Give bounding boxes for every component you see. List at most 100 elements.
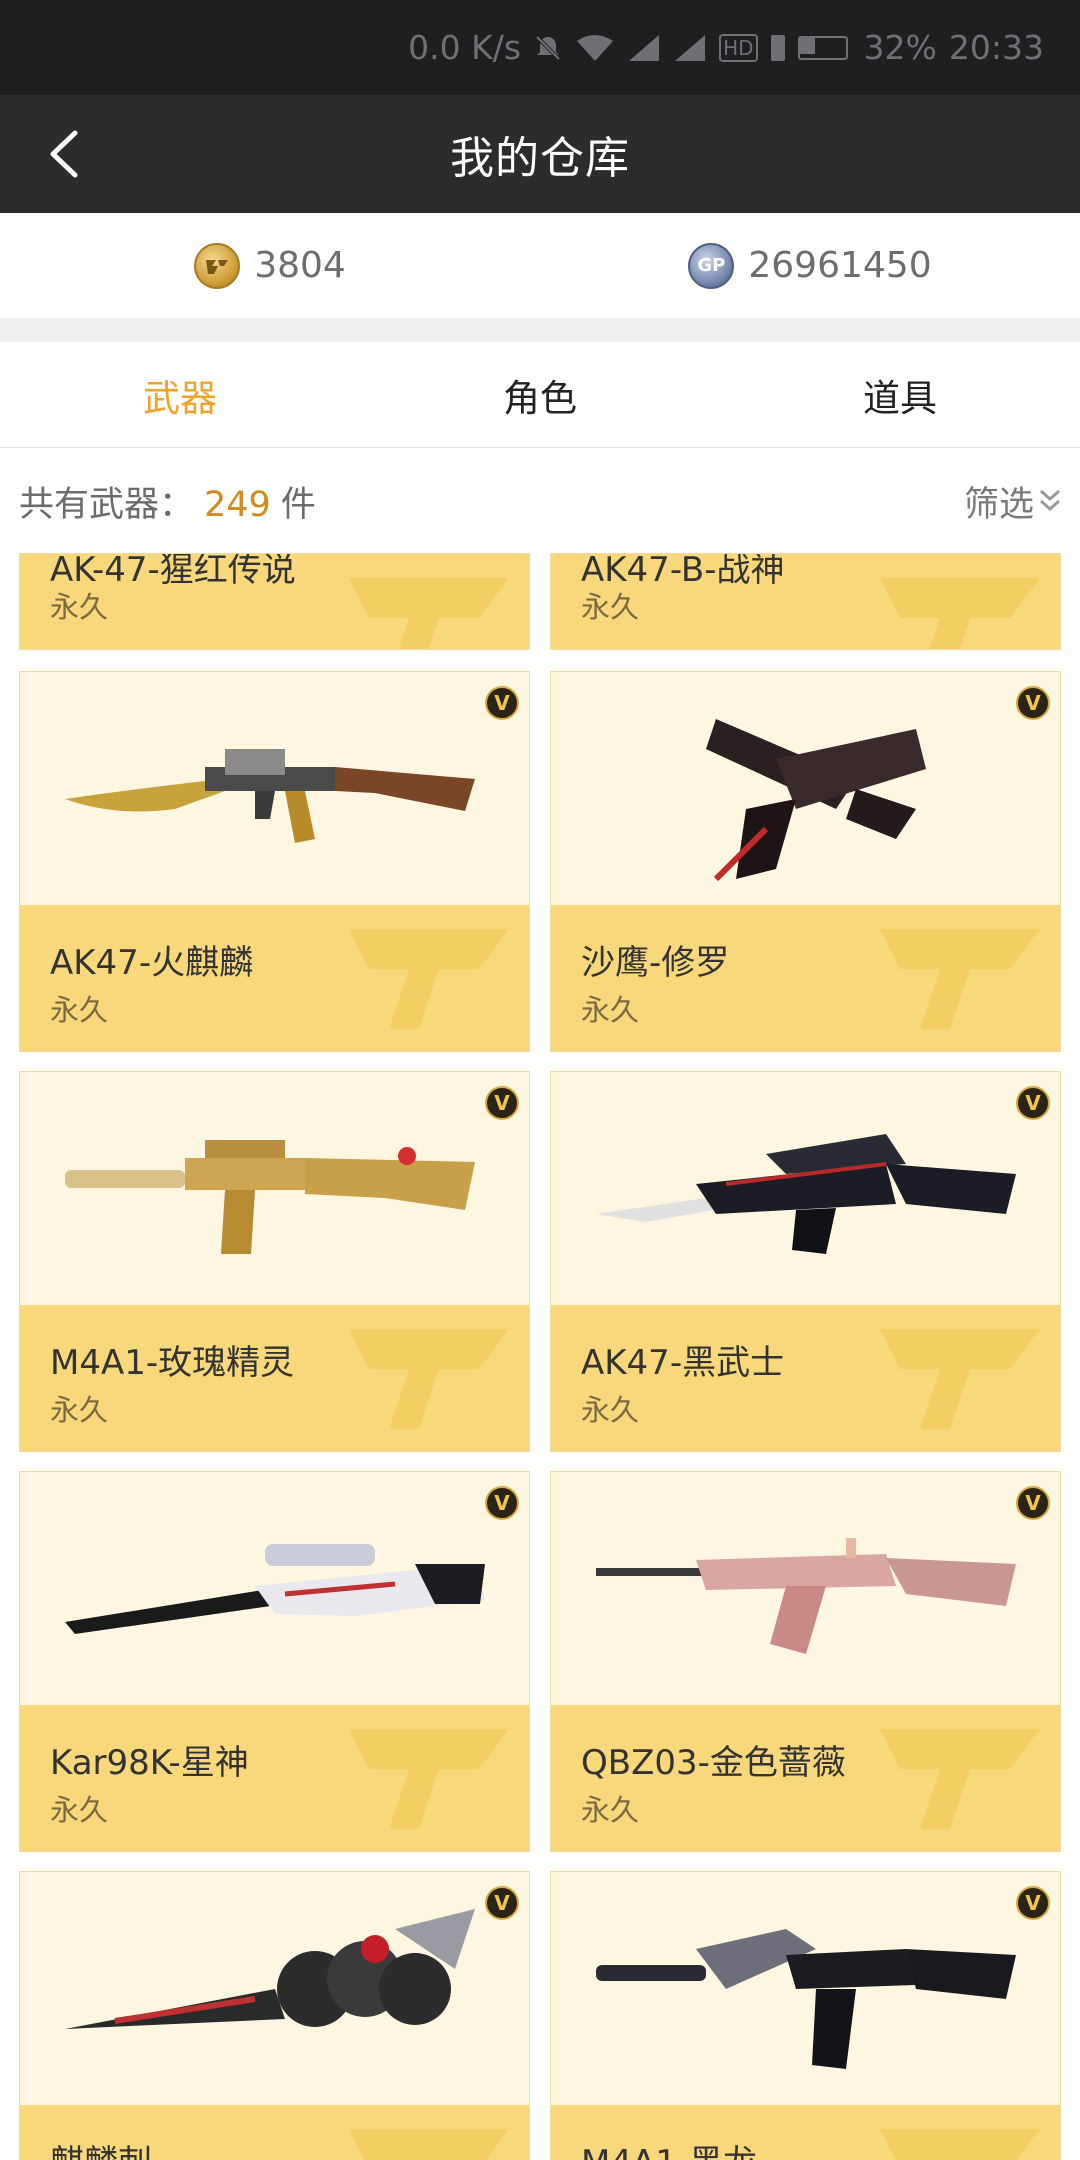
weapon-name: 沙鹰-修罗: [581, 943, 730, 983]
knife-image: [64, 1908, 475, 2029]
rifle-image: [64, 1139, 475, 1254]
weapon-count: 249: [204, 484, 271, 525]
status-bar: 0.0 K/s HD 32% 20:33: [0, 0, 1080, 95]
weapon-card[interactable]: V AK47-火麒麟 永久: [19, 671, 530, 1052]
vip-badge-icon: V: [485, 686, 519, 720]
filter-label: 筛选: [963, 484, 1034, 525]
weapon-image: [551, 672, 1060, 905]
vip-badge-icon: V: [1016, 1086, 1050, 1120]
rifle-image: [64, 748, 475, 843]
pistol-image: [705, 718, 926, 881]
gp-currency: GP 26961450: [540, 213, 1080, 318]
weapon-image: [20, 1872, 529, 2105]
card-info: AK-47-猩红传说 永久: [20, 554, 529, 649]
weapon-name: M4A1-黑龙: [581, 2135, 757, 2160]
section-divider: [0, 318, 1080, 342]
weapon-image: [20, 1072, 529, 1305]
battery-percent: 32%: [863, 28, 937, 67]
cf-logo-watermark: [349, 929, 509, 1029]
weapon-card[interactable]: V M4A1-玫瑰精灵 永久: [19, 1071, 530, 1452]
title-bar: 我的仓库: [0, 95, 1080, 213]
count-prefix: 共有武器：: [19, 484, 195, 525]
cf-logo-watermark: [880, 2129, 1040, 2160]
weapon-grid: AK-47-猩红传说 永久 AK47-B-战神 永久 V AK47-火麒麟 永久…: [0, 553, 1080, 2160]
gp-coin-icon: GP: [688, 242, 735, 289]
weapon-name: Kar98K-星神: [50, 1743, 249, 1783]
category-tabs: 武器 角色 道具: [0, 342, 1080, 448]
weapon-card[interactable]: V QBZ03-金色蔷薇 永久: [550, 1471, 1061, 1852]
card-info: 沙鹰-修罗 永久: [551, 905, 1060, 1051]
back-button[interactable]: [30, 119, 100, 189]
page-title: 我的仓库: [450, 133, 630, 184]
card-info: 麒麟刺: [20, 2105, 529, 2160]
gp-value: 26961450: [748, 245, 932, 286]
cf-logo-watermark: [880, 1729, 1040, 1829]
cf-logo-watermark: [349, 2129, 509, 2160]
tab-items[interactable]: 道具: [720, 342, 1080, 447]
weapon-duration: 永久: [581, 993, 640, 1027]
weapon-card[interactable]: V M4A1-黑龙: [550, 1871, 1061, 2160]
weapon-image: [551, 1872, 1060, 2105]
vip-badge-icon: V: [485, 1486, 519, 1520]
rifle-image: [595, 1537, 1016, 1654]
card-info: AK47-B-战神 永久: [551, 554, 1060, 649]
chevron-left-icon: [50, 130, 78, 178]
hd-icon: HD: [719, 33, 758, 62]
card-info: Kar98K-星神 永久: [20, 1705, 529, 1851]
weapon-card[interactable]: AK-47-猩红传说 永久: [19, 553, 530, 650]
signal-icon: [673, 33, 707, 63]
card-info: AK47-火麒麟 永久: [20, 905, 529, 1051]
weapon-card[interactable]: V 麒麟刺: [19, 1871, 530, 2160]
sniper-rifle-image: [64, 1543, 485, 1634]
wifi-icon: [575, 33, 615, 63]
weapon-image: [20, 1472, 529, 1705]
double-chevron-down-icon: [1040, 489, 1060, 512]
network-speed: 0.0 K/s: [408, 28, 522, 67]
weapon-duration: 永久: [581, 1793, 640, 1827]
vip-badge-icon: V: [1016, 1486, 1050, 1520]
count-suffix: 件: [280, 484, 316, 525]
card-info: QBZ03-金色蔷薇 永久: [551, 1705, 1060, 1851]
vip-badge-icon: V: [1016, 1886, 1050, 1920]
weapon-image: [551, 1472, 1060, 1705]
weapon-card[interactable]: AK47-B-战神 永久: [550, 553, 1061, 650]
mute-bell-icon: [533, 33, 563, 63]
weapon-summary: 共有武器： 249 件 筛选: [0, 449, 1080, 553]
weapon-card[interactable]: V AK47-黑武士 永久: [550, 1071, 1061, 1452]
weapon-duration: 永久: [50, 993, 109, 1027]
cf-logo-watermark: [880, 929, 1040, 1029]
weapon-card[interactable]: V Kar98K-星神 永久: [19, 1471, 530, 1852]
weapon-count-row: 共有武器： 249 件: [19, 476, 316, 527]
gold-coin-icon: [194, 242, 241, 289]
gold-value: 3804: [254, 245, 346, 286]
weapon-name: AK47-黑武士: [581, 1343, 785, 1383]
cf-logo-watermark: [349, 578, 509, 649]
weapon-name: QBZ03-金色蔷薇: [581, 1743, 846, 1783]
weapon-duration: 永久: [50, 1793, 109, 1827]
vip-badge-icon: V: [485, 1886, 519, 1920]
sim-icon: [770, 34, 786, 62]
currency-bar: 3804 GP 26961450: [0, 213, 1080, 318]
card-info: M4A1-玫瑰精灵 永久: [20, 1305, 529, 1451]
weapon-image: [20, 672, 529, 905]
signal-icon: [627, 33, 661, 63]
weapon-duration: 永久: [50, 1393, 109, 1427]
card-info: M4A1-黑龙: [551, 2105, 1060, 2160]
battery-icon: [797, 35, 852, 60]
cf-logo-watermark: [880, 578, 1040, 649]
vip-badge-icon: V: [1016, 686, 1050, 720]
weapon-duration: 永久: [50, 590, 109, 624]
tab-characters[interactable]: 角色: [360, 342, 720, 447]
tab-weapons[interactable]: 武器: [0, 342, 360, 447]
weapon-name: 麒麟刺: [50, 2135, 152, 2160]
cf-logo-watermark: [349, 1729, 509, 1829]
gold-currency: 3804: [0, 213, 540, 318]
weapon-image: [551, 1072, 1060, 1305]
filter-button[interactable]: 筛选: [964, 476, 1062, 527]
clock: 20:33: [948, 28, 1044, 67]
weapon-duration: 永久: [581, 590, 640, 624]
weapon-card[interactable]: V 沙鹰-修罗 永久: [550, 671, 1061, 1052]
weapon-duration: 永久: [581, 1393, 640, 1427]
weapon-name: M4A1-玫瑰精灵: [50, 1343, 295, 1383]
weapon-name: AK47-火麒麟: [50, 943, 254, 983]
